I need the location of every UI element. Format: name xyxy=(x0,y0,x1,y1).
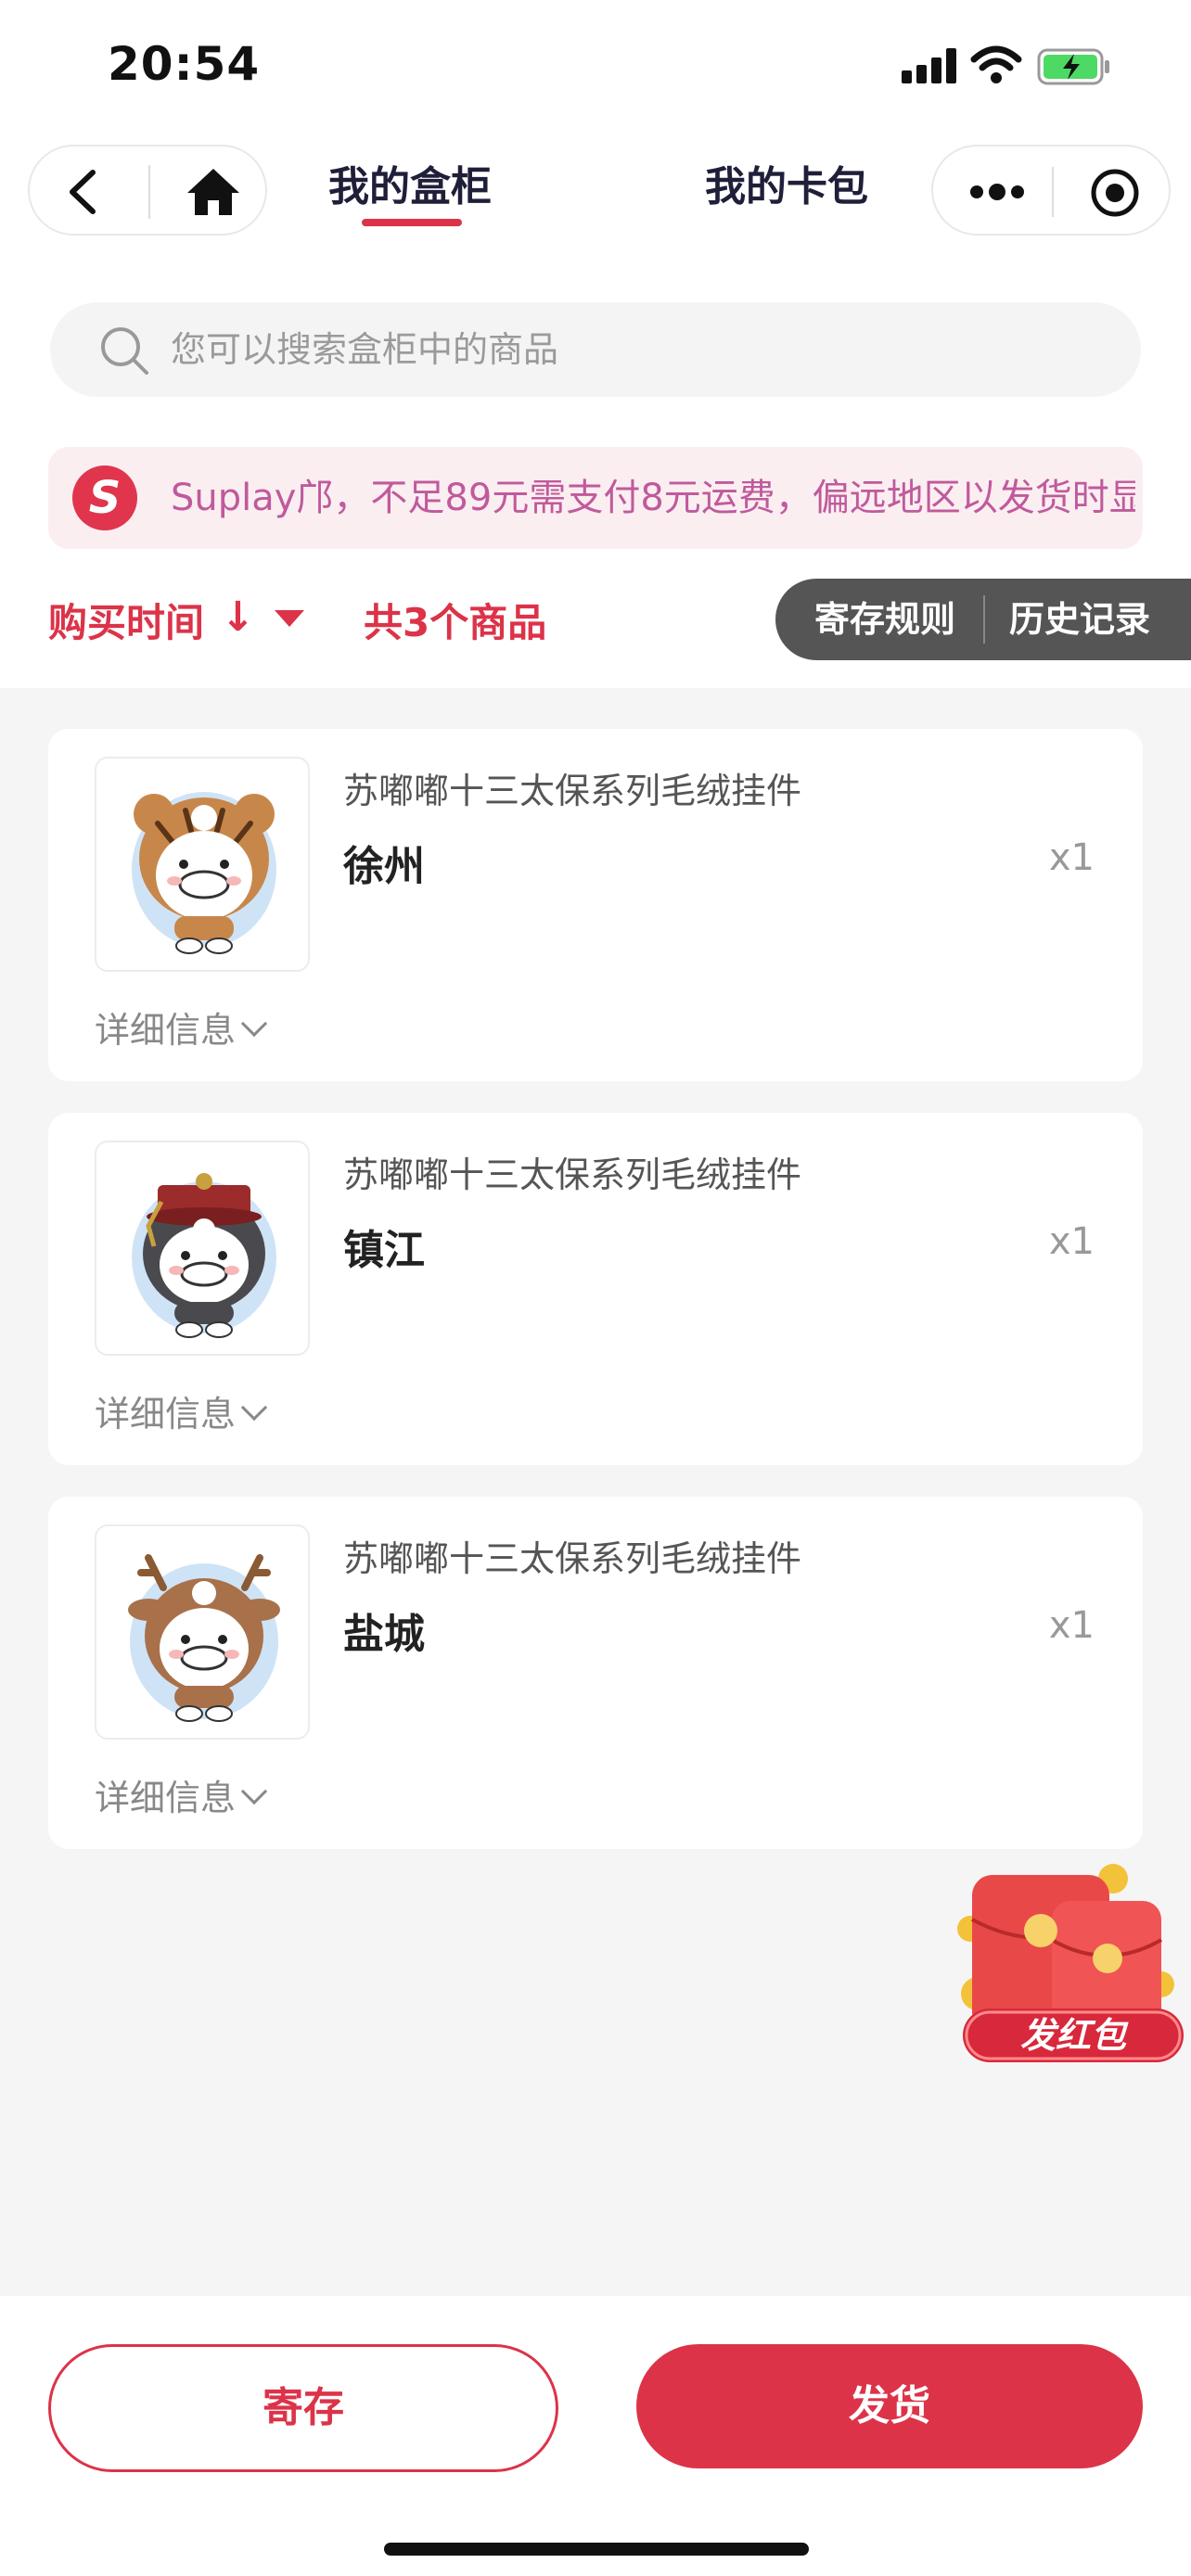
chevron-down-icon xyxy=(240,1010,268,1038)
deer-mascot-icon xyxy=(128,1554,280,1722)
detail-label: 详细信息 xyxy=(95,1394,237,1435)
wifi-icon xyxy=(970,45,1022,83)
history-button[interactable]: 历史记录 xyxy=(1009,579,1150,660)
product-series: 苏嘟嘟十三太保系列毛绒挂件 xyxy=(343,1154,802,1195)
search-icon xyxy=(101,327,148,375)
home-indicator xyxy=(384,2543,809,2556)
bottom-action-bar: 寄存 发货 xyxy=(0,2296,1191,2576)
status-time: 20:54 xyxy=(108,37,261,91)
product-name: 盐城 xyxy=(343,1611,425,1658)
detail-info-toggle[interactable]: 详细信息 xyxy=(95,1769,268,1820)
home-icon[interactable] xyxy=(186,167,241,217)
product-thumbnail[interactable] xyxy=(95,757,310,972)
red-packet-label: 发红包 xyxy=(1020,2015,1129,2056)
notice-text: Suplay邝，不足89元需支付8元运费，偏远地区以发货时显示 xyxy=(171,477,1135,519)
product-quantity: x1 xyxy=(1048,836,1095,879)
back-icon[interactable] xyxy=(61,169,106,215)
sort-dropdown-icon[interactable] xyxy=(275,610,304,627)
more-icon[interactable] xyxy=(968,182,1026,202)
product-name: 镇江 xyxy=(343,1227,425,1274)
product-card[interactable]: 苏嘟嘟十三太保系列毛绒挂件 徐州 x1 详细信息 xyxy=(48,729,1143,1081)
rules-history-pill: 寄存规则 历史记录 xyxy=(775,579,1191,660)
sort-by-purchase-time[interactable]: 购买时间 xyxy=(48,592,204,648)
hat-mascot-icon xyxy=(132,1173,276,1338)
item-count: 共3个商品 xyxy=(364,600,547,645)
product-card[interactable]: 苏嘟嘟十三太保系列毛绒挂件 盐城 x1 详细信息 xyxy=(48,1497,1143,1849)
mini-program-capsule xyxy=(931,145,1171,236)
product-series: 苏嘟嘟十三太保系列毛绒挂件 xyxy=(343,771,802,811)
detail-info-toggle[interactable]: 详细信息 xyxy=(95,1001,268,1052)
search-bar[interactable] xyxy=(50,302,1141,397)
ship-button[interactable]: 发货 xyxy=(636,2344,1143,2468)
shipping-notice[interactable]: S Suplay邝，不足89元需支付8元运费，偏远地区以发货时显示 xyxy=(48,447,1143,549)
product-name: 徐州 xyxy=(343,843,425,890)
product-quantity: x1 xyxy=(1048,1604,1095,1647)
pill-divider xyxy=(983,595,985,644)
product-series: 苏嘟嘟十三太保系列毛绒挂件 xyxy=(343,1538,802,1579)
detail-label: 详细信息 xyxy=(95,1010,237,1051)
battery-charging-icon xyxy=(1037,48,1109,85)
tab-my-card-wallet[interactable]: 我的卡包 xyxy=(705,153,868,212)
storage-rules-button[interactable]: 寄存规则 xyxy=(814,579,955,660)
chevron-down-icon xyxy=(240,1778,268,1805)
chevron-down-icon xyxy=(240,1394,268,1422)
cellular-signal-icon xyxy=(902,48,957,83)
red-packet-button[interactable]: 发红包 xyxy=(939,1855,1189,2077)
capsule-divider xyxy=(1052,167,1054,217)
sort-direction-icon[interactable]: ↓ xyxy=(221,593,255,641)
tab-active-indicator xyxy=(362,219,462,226)
suplay-logo-icon: S xyxy=(72,465,137,530)
store-button[interactable]: 寄存 xyxy=(48,2344,558,2472)
tab-my-cabinet[interactable]: 我的盒柜 xyxy=(328,153,492,212)
product-quantity: x1 xyxy=(1048,1220,1095,1263)
tiger-mascot-icon xyxy=(132,792,276,954)
detail-info-toggle[interactable]: 详细信息 xyxy=(95,1385,268,1436)
nav-controls xyxy=(28,145,267,236)
nav-divider xyxy=(148,165,150,219)
product-thumbnail[interactable] xyxy=(95,1524,310,1740)
product-card[interactable]: 苏嘟嘟十三太保系列毛绒挂件 镇江 x1 详细信息 xyxy=(48,1113,1143,1465)
product-thumbnail[interactable] xyxy=(95,1141,310,1356)
close-target-icon[interactable] xyxy=(1089,167,1141,219)
detail-label: 详细信息 xyxy=(95,1778,237,1818)
search-input[interactable] xyxy=(171,302,1098,397)
